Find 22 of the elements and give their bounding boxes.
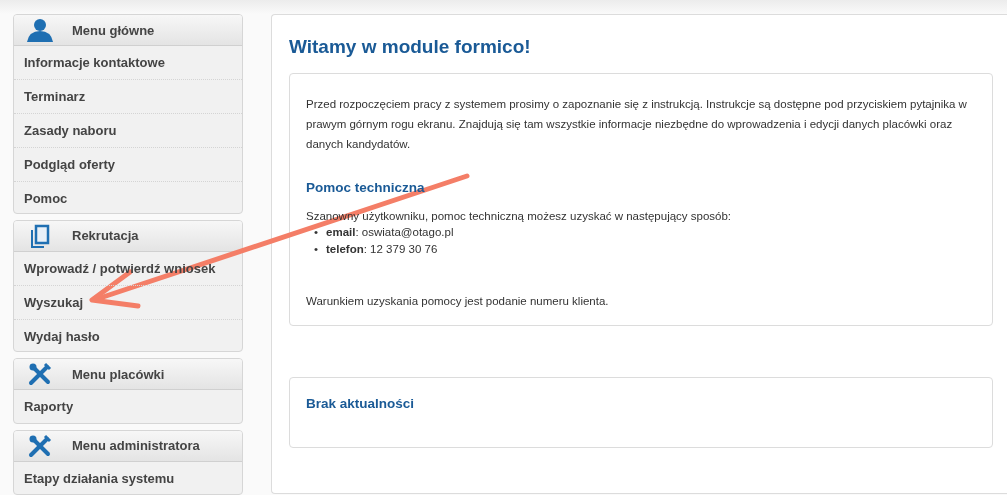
contact-item: telefon: 12 379 30 76: [326, 242, 438, 257]
section-heading: Pomoc techniczna: [306, 180, 426, 195]
menu-title: Menu administratora: [72, 438, 200, 454]
menu-item[interactable]: Pomoc: [14, 181, 242, 213]
menu-item[interactable]: Wyszukaj: [14, 284, 242, 319]
menu-item[interactable]: Terminarz: [14, 79, 242, 113]
menu-title: Rekrutacja: [72, 228, 139, 244]
menu-item[interactable]: Informacje kontaktowe: [14, 46, 242, 79]
section-heading: Brak aktualności: [306, 396, 416, 411]
menu-title: Menu główne: [72, 22, 155, 38]
intro-text: Przed rozpoczęciem pracy z systemem prosimy o zapoznanie się z instrukcją. Instrukcje są dostępne pod przyciskiem pytajnika w prawym górnym rogu ekranu. Znajdują się tam wszystkie informacje niezbędne do wprowadzenia i edycji danych placówki oraz danych kandydatów.: [306, 97, 968, 152]
menu-item[interactable]: Zasady naboru: [14, 113, 242, 147]
contact-item: email: oswiata@otago.pl: [326, 225, 454, 240]
help-note: Warunkiem uzyskania pomocy jest podanie numeru klienta.: [306, 295, 610, 307]
list-bullet: •: [314, 242, 319, 257]
menu-item[interactable]: Raporty: [14, 390, 242, 423]
menu-item[interactable]: Etapy działania systemu: [14, 461, 242, 494]
menu-item[interactable]: Wydaj hasło: [14, 318, 242, 352]
menu-title: Menu placówki: [72, 366, 165, 382]
menu-item[interactable]: Podgląd oferty: [14, 147, 242, 181]
page-title: Witamy w module formico!: [289, 36, 532, 58]
list-bullet: •: [314, 225, 319, 240]
